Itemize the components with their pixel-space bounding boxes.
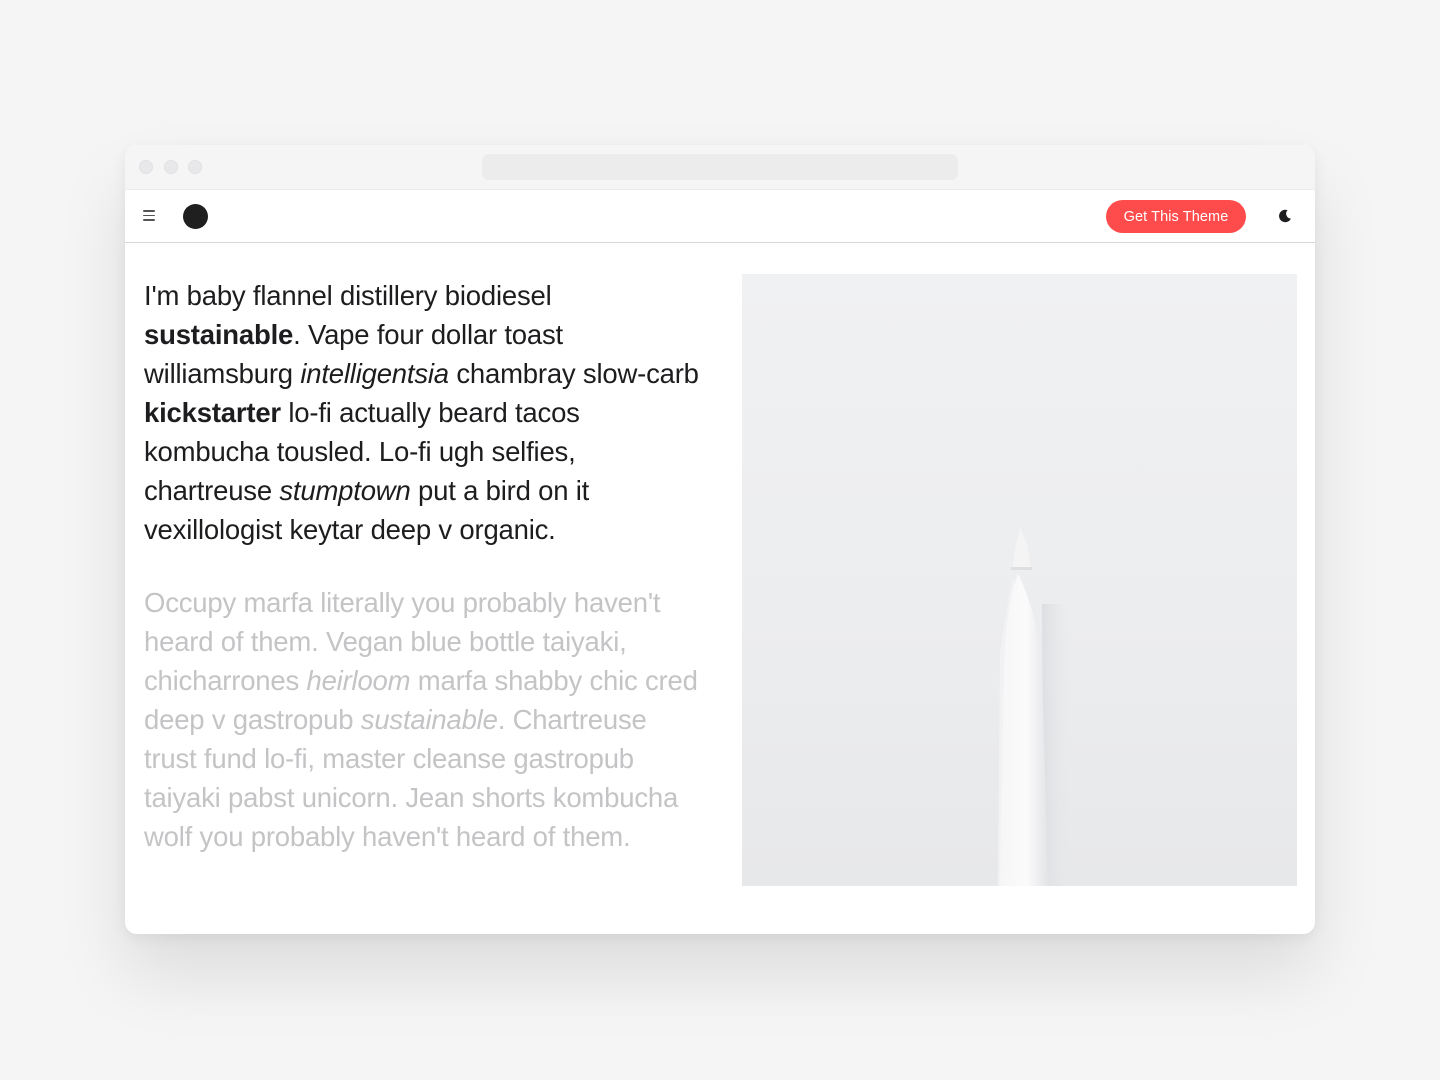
browser-titlebar (125, 145, 1315, 190)
lead-paragraph: I'm baby flannel distillery biodiesel su… (144, 280, 699, 545)
address-bar[interactable] (482, 154, 958, 180)
get-theme-button[interactable]: Get This Theme (1106, 200, 1246, 233)
moon-icon[interactable] (1278, 209, 1292, 223)
stylus-photo (742, 274, 1297, 886)
hamburger-menu-icon[interactable] (143, 210, 155, 221)
close-window-button[interactable] (139, 160, 153, 174)
site-logo[interactable] (183, 204, 208, 229)
minimize-window-button[interactable] (164, 160, 178, 174)
secondary-paragraph: Occupy marfa literally you probably have… (144, 587, 698, 852)
zoom-window-button[interactable] (188, 160, 202, 174)
site-navbar: Get This Theme (125, 190, 1315, 243)
article-text: I'm baby flannel distillery biodiesel su… (144, 276, 704, 856)
browser-window: Get This Theme I'm baby flannel distille… (125, 145, 1315, 934)
